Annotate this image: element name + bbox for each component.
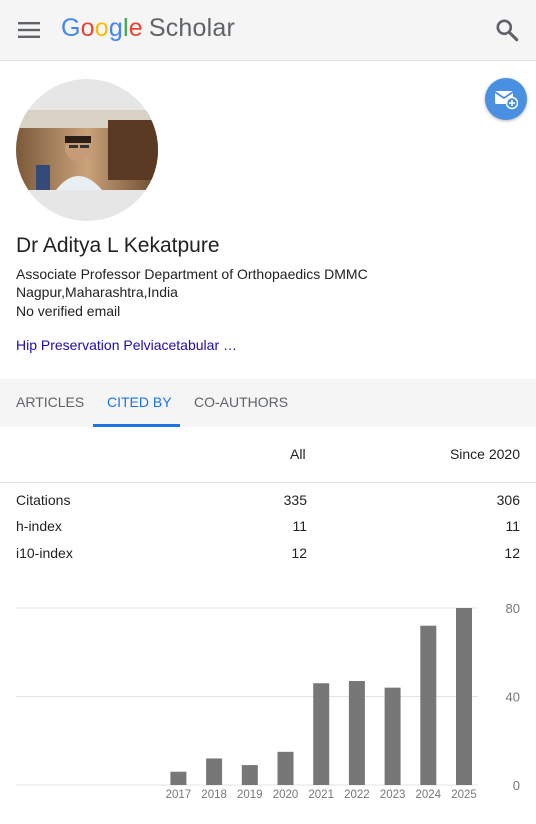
- chart-x-tick-label: 2020: [273, 789, 299, 801]
- column-header-since: Since 2020: [449, 446, 520, 462]
- chart-x-tick-label: 2023: [380, 789, 406, 801]
- stat-value-all: 335: [283, 492, 307, 508]
- research-interest-link[interactable]: Hip Preservation Pelviacetabular …: [16, 337, 237, 353]
- chart-bar: [170, 771, 187, 785]
- stat-label-i10-index: i10-index: [16, 545, 73, 561]
- chart-x-tick-label: 2024: [416, 789, 442, 801]
- profile-name: Dr Aditya L Kekatpure: [16, 234, 220, 257]
- active-tab-indicator: [93, 424, 180, 427]
- google-scholar-logo[interactable]: Google Scholar: [61, 12, 235, 44]
- stat-label-citations: Citations: [16, 492, 71, 508]
- search-icon[interactable]: [494, 17, 520, 43]
- chart-bar: [348, 681, 365, 785]
- profile-avatar: [16, 79, 158, 221]
- chart-bar: [384, 687, 401, 785]
- stat-value-all: 11: [292, 518, 307, 534]
- chart-bar: [420, 625, 437, 785]
- chart-x-tick-label: 2025: [451, 789, 477, 801]
- email-follow-icon: [494, 91, 518, 110]
- stat-value-since: 12: [504, 545, 520, 561]
- chart-bar: [313, 683, 330, 785]
- affiliation-line: Associate Professor Department of Orthop…: [16, 266, 368, 282]
- chart-y-tick-label: 40: [506, 690, 520, 705]
- chart-x-tick-label: 2018: [201, 789, 227, 801]
- chart-x-tick-label: 2017: [166, 789, 192, 801]
- verified-email: No verified email: [16, 303, 121, 319]
- chart-bar: [241, 765, 258, 785]
- chart-y-tick-label: 0: [513, 778, 520, 793]
- chart-x-tick-label: 2019: [237, 789, 263, 801]
- stat-value-all: 12: [291, 545, 307, 561]
- chart-y-tick-label: 80: [506, 601, 520, 616]
- column-header-all: All: [290, 446, 306, 462]
- stat-value-since: 11: [505, 518, 520, 534]
- chart-bar: [277, 751, 294, 785]
- tab-articles[interactable]: ARTICLES: [16, 394, 84, 410]
- table-divider: [0, 482, 536, 483]
- stat-label-h-index: h-index: [16, 518, 62, 534]
- tab-cited-by[interactable]: CITED BY: [107, 394, 172, 410]
- hamburger-menu-icon[interactable]: [17, 18, 41, 42]
- stat-value-since: 306: [496, 492, 520, 508]
- top-app-bar: Google Scholar: [0, 0, 536, 61]
- citations-bar-chart: 80 40 0 2017 2018 2019 2020 2021 2022 2023 2024 202…: [16, 601, 520, 801]
- citations-chart: 80 40 0 2017 2018 2019 2020 2021 2022 2023 2024 202…: [0, 598, 536, 813]
- affiliation-line: Nagpur,Maharashtra,India: [16, 284, 178, 300]
- tab-co-authors[interactable]: CO-AUTHORS: [194, 394, 288, 410]
- follow-button[interactable]: [485, 78, 527, 120]
- chart-bar: [206, 758, 223, 785]
- chart-x-tick-label: 2022: [344, 789, 370, 801]
- profile-tabs: ARTICLES CITED BY CO-AUTHORS: [0, 379, 536, 427]
- profile-affiliation: Associate Professor Department of Orthop…: [16, 265, 516, 301]
- profile-photo: [16, 110, 158, 190]
- chart-bar: [456, 608, 472, 785]
- chart-x-tick-label: 2021: [308, 789, 334, 801]
